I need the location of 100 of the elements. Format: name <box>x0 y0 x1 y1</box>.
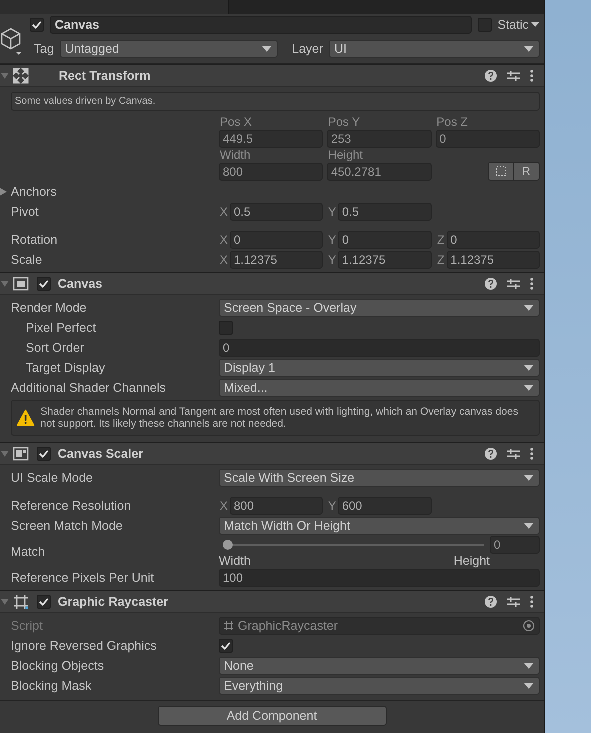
dashed-square-icon <box>496 166 506 177</box>
slider-handle[interactable] <box>223 540 233 550</box>
kebab-menu-icon[interactable] <box>530 596 534 608</box>
caret-icon <box>524 305 534 311</box>
number-field[interactable]: 450.2781 <box>327 163 432 181</box>
number-field[interactable]: 253 <box>327 130 432 148</box>
number-field[interactable]: 0.5 <box>230 203 324 221</box>
foldout-arrow-icon[interactable] <box>0 188 8 196</box>
checkbox[interactable] <box>219 321 233 335</box>
add-component-button[interactable]: Add Component <box>158 706 386 726</box>
field-label: Render Mode <box>10 301 88 315</box>
dropdown[interactable]: Match Width Or Height <box>219 517 540 535</box>
help-icon[interactable] <box>485 278 497 290</box>
caret-icon <box>524 683 534 689</box>
field-label[interactable]: Anchors <box>11 185 57 199</box>
blueprint-mode-button[interactable] <box>489 163 513 180</box>
caret-icon <box>524 385 534 391</box>
field-label: Script <box>10 619 44 633</box>
component-header[interactable]: Graphic Raycaster <box>0 591 544 613</box>
dropdown[interactable]: Mixed... <box>219 379 540 397</box>
tag-dropdown[interactable]: Untagged <box>60 40 278 58</box>
number-field[interactable]: 800 <box>219 163 324 181</box>
warning-message: Shader channels Normal and Tangent are most often used with lighting, which an Overlay canvas does not support. Its likely these channels are not needed. <box>40 406 520 430</box>
scaler-icon <box>13 446 29 462</box>
number-field[interactable]: 0 <box>338 231 432 249</box>
axis-label: Z <box>436 233 445 247</box>
preset-sliders-icon[interactable] <box>507 278 520 290</box>
component-title: Rect Transform <box>59 68 152 82</box>
name-field[interactable]: Canvas <box>50 16 472 34</box>
number-field[interactable]: 0 <box>219 339 540 357</box>
cube-icon[interactable] <box>0 27 22 57</box>
component-header[interactable]: Canvas Scaler <box>0 443 544 465</box>
field-label: Match <box>10 545 46 559</box>
move-arrows-icon <box>13 68 29 84</box>
checkbox[interactable] <box>37 594 51 608</box>
number-field[interactable]: 0 <box>446 231 540 249</box>
checkbox[interactable] <box>37 446 51 460</box>
axis-label: Y <box>327 233 336 247</box>
preset-sliders-icon[interactable] <box>507 70 520 82</box>
number-field[interactable]: 0 <box>230 231 324 249</box>
kebab-menu-icon[interactable] <box>530 448 534 460</box>
number-field[interactable]: 0.5 <box>338 203 432 221</box>
help-icon[interactable] <box>485 70 497 82</box>
tag-label: Tag <box>34 42 54 56</box>
number-field[interactable]: 0 <box>436 130 540 148</box>
number-field[interactable]: 800 <box>230 497 324 515</box>
dropdown[interactable]: Scale With Screen Size <box>219 469 540 487</box>
info-message: Some values driven by Canvas. <box>11 92 540 111</box>
field-label: Pos Z <box>436 115 469 129</box>
caret-icon <box>531 22 540 28</box>
dropdown[interactable]: Everything <box>219 677 540 695</box>
static-dropdown[interactable]: Static <box>498 18 540 32</box>
caret-icon <box>524 475 534 481</box>
axis-label: X <box>219 253 228 267</box>
raw-edit-button[interactable]: R <box>513 163 539 180</box>
axis-label: X <box>219 205 228 219</box>
component-header[interactable]: Canvas <box>0 273 544 295</box>
caret-icon <box>262 46 272 52</box>
component-header[interactable]: Rect Transform <box>0 65 544 87</box>
number-field[interactable]: 1.12375 <box>230 251 324 269</box>
number-field[interactable]: 449.5 <box>219 130 324 148</box>
field-label: Blocking Objects <box>10 659 106 673</box>
help-icon[interactable] <box>485 448 497 460</box>
kebab-menu-icon[interactable] <box>530 278 534 290</box>
field-label: Additional Shader Channels <box>10 381 167 395</box>
dropdown[interactable]: None <box>219 657 540 675</box>
slider-max-label: Height <box>454 554 490 568</box>
axis-label: Z <box>436 253 445 267</box>
preset-sliders-icon[interactable] <box>507 448 520 460</box>
axis-label: Y <box>327 205 336 219</box>
raycaster-icon <box>13 594 29 610</box>
component-title: Graphic Raycaster <box>58 594 170 608</box>
field-label: Pivot <box>10 205 40 219</box>
kebab-menu-icon[interactable] <box>530 70 534 82</box>
number-field[interactable]: 600 <box>338 497 432 515</box>
dropdown[interactable]: Screen Space - Overlay <box>219 299 540 317</box>
script-icon <box>224 621 234 631</box>
dropdown[interactable]: Display 1 <box>219 359 540 377</box>
field-label: Screen Match Mode <box>10 519 124 533</box>
checkbox[interactable] <box>30 18 44 32</box>
number-field[interactable]: 1.12375 <box>338 251 432 269</box>
checkbox[interactable] <box>478 18 492 32</box>
checkbox[interactable] <box>219 639 233 653</box>
help-icon[interactable] <box>485 596 497 608</box>
checkbox[interactable] <box>37 276 51 290</box>
layer-dropdown[interactable]: UI <box>329 40 540 58</box>
component-title: Canvas <box>58 276 104 290</box>
axis-label: Y <box>327 499 336 513</box>
field-label: Rotation <box>10 233 59 247</box>
number-field[interactable]: 100 <box>219 569 540 587</box>
number-field[interactable]: 0 <box>490 536 540 554</box>
preset-sliders-icon[interactable] <box>507 596 520 608</box>
field-label: Reference Resolution <box>10 499 132 513</box>
field-label: Pixel Perfect <box>25 321 98 335</box>
field-label: Reference Pixels Per Unit <box>10 571 156 585</box>
number-field[interactable]: 1.12375 <box>446 251 540 269</box>
component-title: Canvas Scaler <box>58 446 144 460</box>
field-label: UI Scale Mode <box>10 471 94 485</box>
axis-label: Y <box>327 253 336 267</box>
caret-icon <box>524 663 534 669</box>
